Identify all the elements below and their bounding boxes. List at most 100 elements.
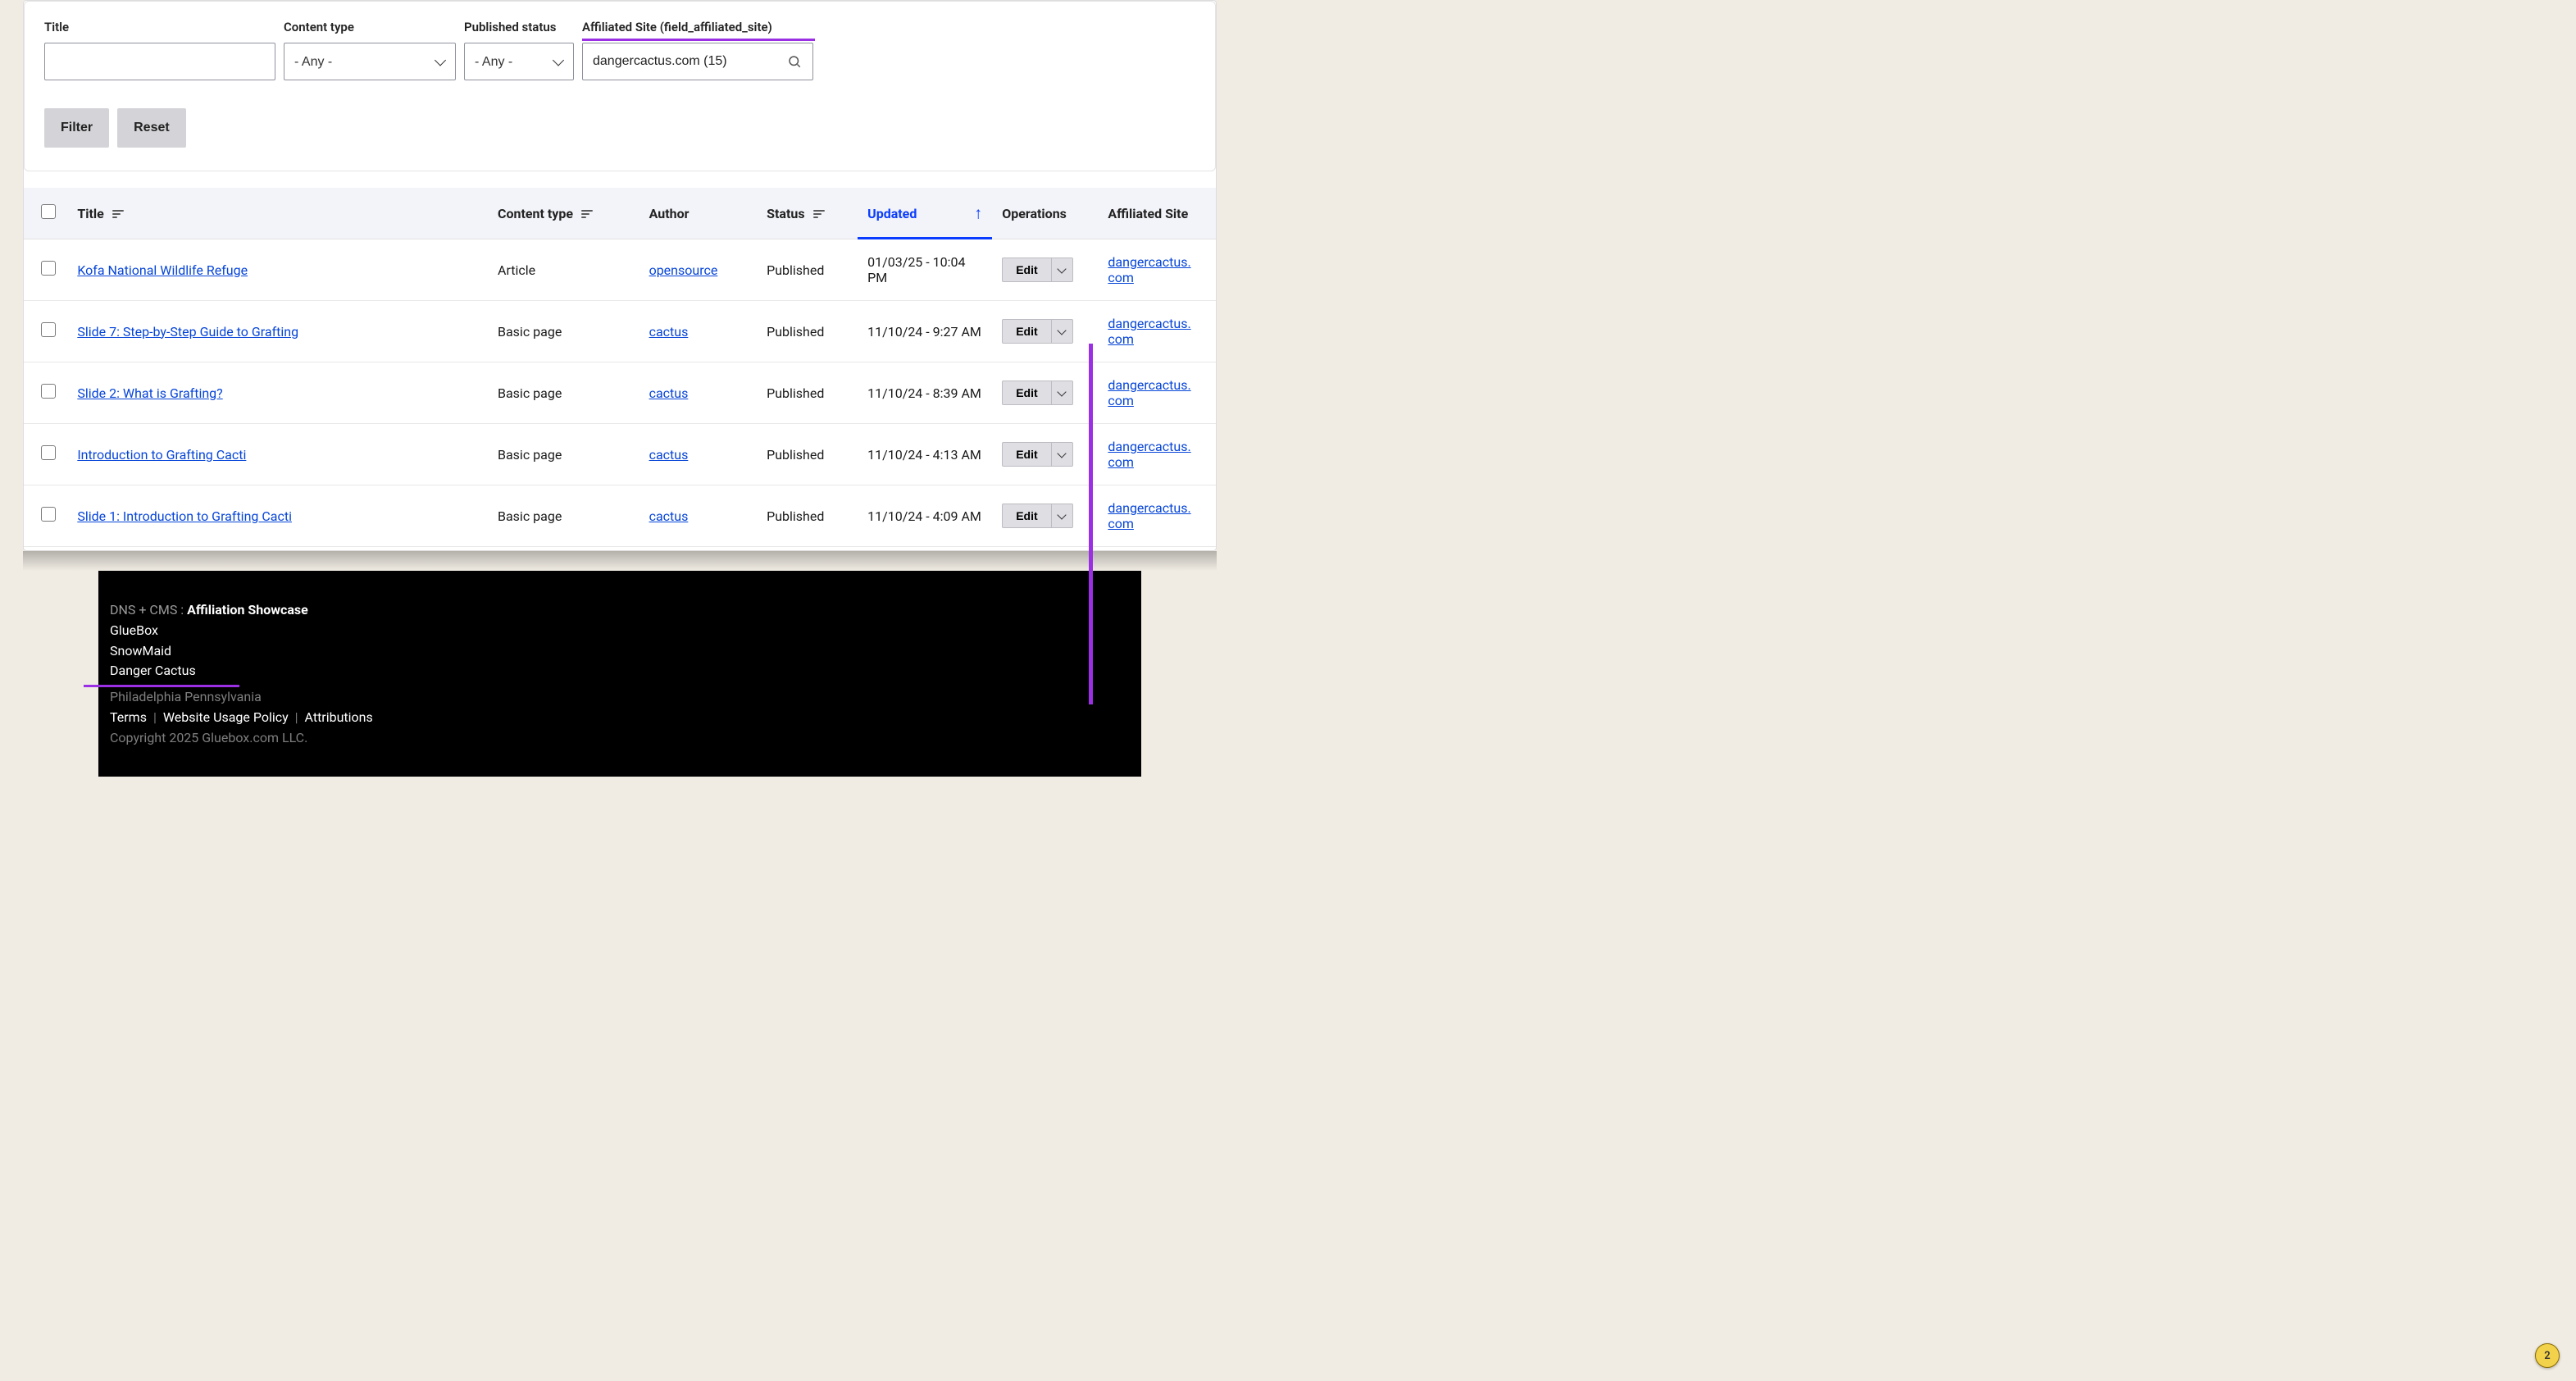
row-affsite-link[interactable]: dangercactus.​com	[1108, 254, 1190, 285]
row-status: Published	[757, 239, 858, 301]
table-row: Slide 2: What is Grafting? Basic page cact…	[24, 362, 1216, 424]
row-ops: Edit	[1002, 258, 1072, 282]
shadow-divider-icon	[23, 551, 1217, 571]
footer-legal-terms[interactable]: Terms	[110, 709, 147, 725]
sort-icon	[813, 208, 825, 220]
row-checkbox[interactable]	[41, 507, 56, 522]
col-header-affsite[interactable]: Affiliated Site	[1098, 188, 1216, 239]
col-header-author[interactable]: Author	[639, 188, 758, 239]
search-icon	[787, 54, 802, 69]
row-checkbox[interactable]	[41, 322, 56, 337]
row-author-link[interactable]: cactus	[649, 508, 689, 524]
footer-location: Philadelphia Pennsylvania	[110, 687, 1130, 708]
site-footer: DNS + CMS : Affiliation Showcase GlueBox…	[98, 571, 1141, 777]
row-contenttype: Basic page	[488, 424, 639, 485]
row-title-link[interactable]: Introduction to Grafting Cacti	[77, 447, 246, 463]
row-updated: 11/10/24 - 9:27 AM	[858, 301, 992, 362]
footer-copyright: Copyright 2025 Gluebox.com LLC.	[110, 728, 1130, 749]
arrow-up-icon: ↑	[974, 203, 982, 224]
row-updated: 11/10/24 - 4:13 AM	[858, 424, 992, 485]
footer-legal-usage[interactable]: Website Usage Policy	[163, 709, 289, 725]
footer-link-gluebox[interactable]: GlueBox	[110, 622, 158, 638]
sort-icon	[581, 208, 593, 220]
filter-contenttype-label: Content type	[284, 20, 456, 34]
footer-legal-attributions[interactable]: Attributions	[305, 709, 373, 725]
annotation-underline-icon	[582, 39, 815, 41]
table-row: Slide 7: Step-by-Step Guide to Grafting B…	[24, 301, 1216, 362]
edit-button[interactable]: Edit	[1003, 443, 1050, 466]
filter-pubstatus-label: Published status	[464, 20, 574, 34]
row-author-link[interactable]: cactus	[649, 324, 689, 340]
filter-title-label: Title	[44, 20, 275, 34]
row-checkbox[interactable]	[41, 445, 56, 460]
row-checkbox[interactable]	[41, 384, 56, 399]
row-author-link[interactable]: opensource	[649, 262, 718, 278]
filter-contenttype-select[interactable]: - Any -	[284, 43, 456, 80]
row-contenttype: Basic page	[488, 362, 639, 424]
ops-dropdown-button[interactable]	[1051, 443, 1072, 466]
row-status: Published	[757, 424, 858, 485]
select-all-checkbox[interactable]	[41, 204, 56, 219]
row-ops: Edit	[1002, 319, 1072, 344]
row-contenttype: Basic page	[488, 485, 639, 547]
table-row: Introduction to Grafting Cacti Basic page…	[24, 424, 1216, 485]
filter-pubstatus-field: Published status - Any -	[464, 20, 574, 80]
row-status: Published	[757, 301, 858, 362]
ops-dropdown-button[interactable]	[1051, 320, 1072, 343]
col-header-status[interactable]: Status	[757, 188, 858, 239]
row-ops: Edit	[1002, 504, 1072, 528]
row-contenttype: Basic page	[488, 301, 639, 362]
table-row: Kofa National Wildlife Refuge Article open…	[24, 239, 1216, 301]
col-header-contenttype[interactable]: Content type	[488, 188, 639, 239]
footer-prefix: DNS + CMS :	[110, 602, 187, 618]
filter-title-field: Title	[44, 20, 275, 80]
row-status: Published	[757, 485, 858, 547]
row-updated: 11/10/24 - 8:39 AM	[858, 362, 992, 424]
edit-button[interactable]: Edit	[1003, 504, 1050, 527]
filter-affsite-label: Affiliated Site (field_affiliated_site)	[582, 20, 813, 34]
footer-link-snowmaid[interactable]: SnowMaid	[110, 643, 171, 659]
col-header-operations: Operations	[992, 188, 1098, 239]
row-author-link[interactable]: cactus	[649, 385, 689, 401]
footer-link-dangercactus[interactable]: Danger Cactus	[110, 663, 196, 678]
row-title-link[interactable]: Slide 2: What is Grafting?	[77, 385, 222, 401]
annotation-vertical-bar-icon	[1089, 344, 1093, 704]
row-affsite-link[interactable]: dangercactus.​com	[1108, 500, 1190, 531]
filter-affsite-input[interactable]	[582, 43, 813, 80]
col-header-title[interactable]: Title	[67, 188, 488, 239]
ops-dropdown-button[interactable]	[1051, 381, 1072, 404]
row-affsite-link[interactable]: dangercactus.​com	[1108, 439, 1190, 470]
row-contenttype: Article	[488, 239, 639, 301]
row-title-link[interactable]: Slide 1: Introduction to Grafting Cacti	[77, 508, 292, 524]
row-title-link[interactable]: Kofa National Wildlife Refuge	[77, 262, 248, 278]
filter-button[interactable]: Filter	[44, 108, 109, 148]
edit-button[interactable]: Edit	[1003, 258, 1050, 281]
row-checkbox[interactable]	[41, 261, 56, 276]
filter-title-input[interactable]	[44, 43, 275, 80]
filters-panel: Title Content type - Any - Published sta…	[24, 1, 1216, 171]
ops-dropdown-button[interactable]	[1051, 258, 1072, 281]
footer-heading: Affiliation Showcase	[187, 602, 308, 618]
notification-badge[interactable]: 2	[2535, 1343, 2560, 1368]
col-header-updated[interactable]: Updated ↑	[858, 188, 992, 239]
row-updated: 01/03/25 - 10:04 PM	[858, 239, 992, 301]
content-table: Title Content type Author Status	[24, 188, 1216, 547]
row-affsite-link[interactable]: dangercactus.​com	[1108, 377, 1190, 408]
sort-icon	[112, 208, 124, 220]
table-row: Slide 1: Introduction to Grafting Cacti B…	[24, 485, 1216, 547]
filter-pubstatus-select[interactable]: - Any -	[464, 43, 574, 80]
row-ops: Edit	[1002, 442, 1072, 467]
row-title-link[interactable]: Slide 7: Step-by-Step Guide to Grafting	[77, 324, 298, 340]
filter-contenttype-field: Content type - Any -	[284, 20, 456, 80]
row-affsite-link[interactable]: dangercactus.​com	[1108, 316, 1190, 347]
filter-affsite-field: Affiliated Site (field_affiliated_site)	[582, 20, 813, 80]
row-author-link[interactable]: cactus	[649, 447, 689, 463]
row-updated: 11/10/24 - 4:09 AM	[858, 485, 992, 547]
edit-button[interactable]: Edit	[1003, 320, 1050, 343]
ops-dropdown-button[interactable]	[1051, 504, 1072, 527]
active-sort-underline-icon	[858, 237, 992, 239]
row-ops: Edit	[1002, 381, 1072, 405]
reset-button[interactable]: Reset	[117, 108, 186, 148]
edit-button[interactable]: Edit	[1003, 381, 1050, 404]
row-status: Published	[757, 362, 858, 424]
